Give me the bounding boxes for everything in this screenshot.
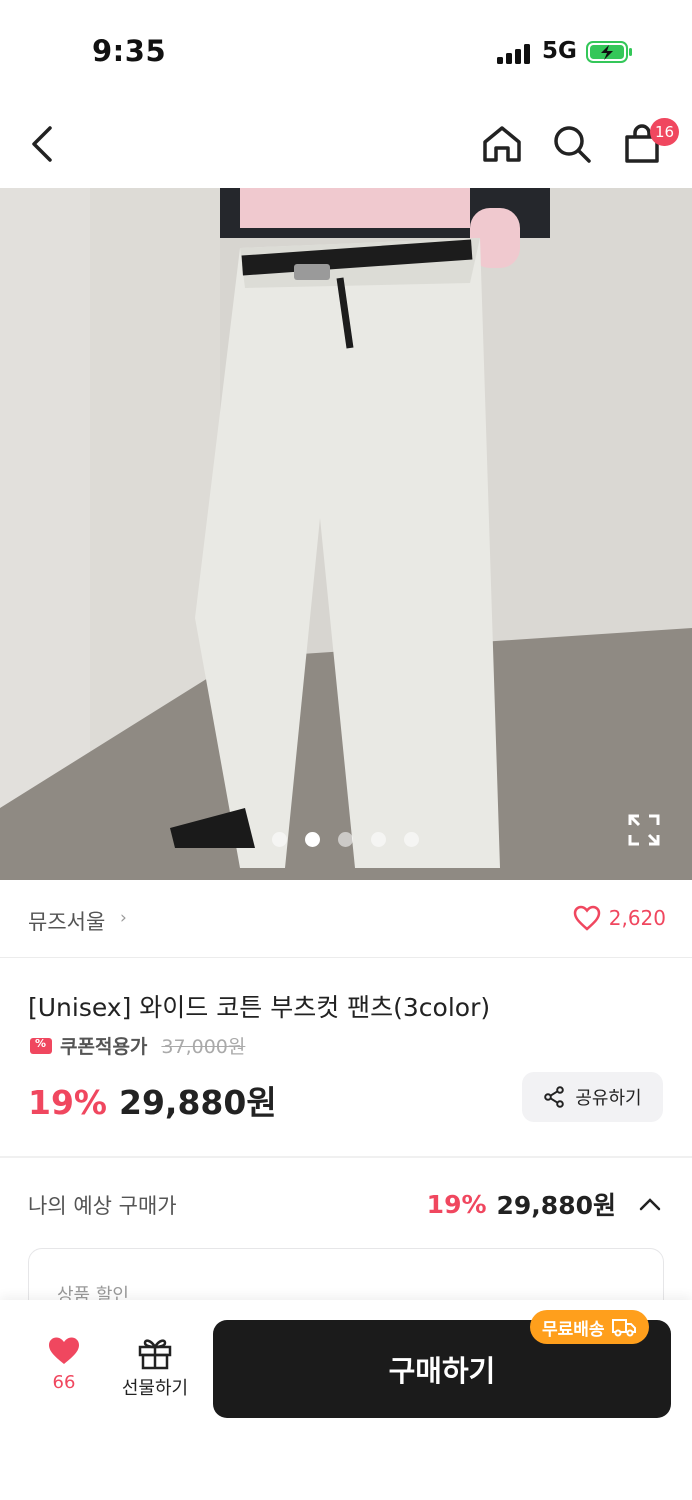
expected-price-label: 나의 예상 구매가 <box>28 1194 177 1218</box>
expected-price-toggle[interactable]: 19% 29,880원 <box>427 1186 662 1222</box>
home-button[interactable] <box>472 100 532 188</box>
truck-icon <box>611 1319 636 1337</box>
back-button[interactable] <box>12 100 72 188</box>
discount-rate: 19% <box>28 1083 107 1122</box>
nav-bar <box>0 100 692 188</box>
chevron-up-icon <box>639 1198 661 1211</box>
home-icon <box>483 126 521 162</box>
brand-like-button[interactable]: 2,620 <box>573 905 666 931</box>
sale-price: 29,880원 <box>119 1083 277 1122</box>
pagination-dot[interactable] <box>272 832 287 847</box>
signal-icon <box>497 44 533 64</box>
search-button[interactable] <box>542 100 602 188</box>
expand-icon[interactable] <box>626 812 662 848</box>
gift-label: 선물하기 <box>121 1378 189 1399</box>
share-icon <box>544 1086 565 1108</box>
pagination-dot[interactable] <box>371 832 386 847</box>
heart-outline-icon <box>573 905 600 931</box>
brand-link[interactable]: 뮤즈서울 <box>28 906 105 936</box>
product-title: [Unisex] 와이드 코튼 부츠컷 팬츠(3color) <box>28 993 491 1022</box>
chevron-right-icon: › <box>120 908 127 928</box>
brand-row: 뮤즈서울 › 2,620 <box>0 880 692 958</box>
coupon-icon <box>30 1037 52 1054</box>
status-bar: 9:35 5G <box>0 0 692 100</box>
product-photo <box>0 188 692 880</box>
coupon-row: 쿠폰적용가 37,000원 <box>30 1032 245 1059</box>
pagination-dot[interactable] <box>338 832 353 847</box>
heart-icon <box>49 1337 79 1364</box>
bottom-action-bar: 66 선물하기 구매하기 무료배송 <box>0 1300 692 1500</box>
original-price: 37,000원 <box>161 1036 246 1058</box>
gallery-pagination <box>272 832 419 847</box>
share-label: 공유하기 <box>575 1088 642 1109</box>
back-icon <box>32 126 52 162</box>
price-row: 19% 29,880원 <box>28 1076 277 1124</box>
coupon-label: 쿠폰적용가 <box>60 1036 148 1058</box>
share-button[interactable]: 공유하기 <box>522 1072 663 1122</box>
free-shipping-badge: 무료배송 <box>530 1310 649 1344</box>
buy-label: 구매하기 <box>388 1354 496 1388</box>
battery-icon <box>586 41 632 63</box>
like-count: 2,620 <box>608 906 666 930</box>
expected-discount: 19% <box>426 1189 487 1219</box>
cart-count-badge: 16 <box>650 118 680 146</box>
status-time: 9:35 <box>92 34 167 68</box>
free-shipping-label: 무료배송 <box>542 1319 605 1340</box>
pagination-dot[interactable] <box>404 832 419 847</box>
search-icon <box>554 126 591 163</box>
pagination-dot-active[interactable] <box>305 832 320 847</box>
wishlist-count: 66 <box>52 1372 76 1393</box>
network-label: 5G <box>542 38 577 64</box>
gift-button[interactable]: 선물하기 <box>112 1336 198 1406</box>
wishlist-button[interactable]: 66 <box>28 1336 100 1406</box>
gift-icon <box>138 1339 172 1370</box>
product-image[interactable] <box>0 188 692 880</box>
section-divider <box>0 1156 692 1158</box>
expected-price: 29,880원 <box>496 1191 616 1220</box>
